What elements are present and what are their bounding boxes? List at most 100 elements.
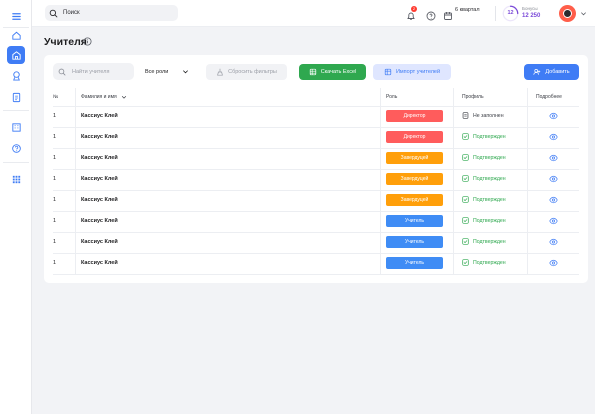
profile-status-label: Подтвержден: [473, 238, 506, 245]
table-row: 1 Кассиус Клей Учитель Подтвержден: [44, 253, 588, 274]
global-search-input[interactable]: Поиск: [45, 5, 178, 21]
chevron-down-icon[interactable]: [580, 10, 587, 17]
header-profile: Профиль: [462, 94, 484, 100]
teacher-name[interactable]: Кассиус Клей: [81, 197, 118, 203]
role-badge: Учитель: [386, 236, 443, 248]
profile-status-label: Подтвержден: [473, 175, 506, 182]
info-icon[interactable]: [83, 37, 92, 46]
sidebar-item-journal[interactable]: [7, 88, 25, 106]
check-square-icon: [462, 217, 469, 224]
teacher-name[interactable]: Кассиус Клей: [81, 239, 118, 245]
table-row: 1 Кассиус Клей Учитель Подтвержден: [44, 211, 588, 232]
add-teacher-label: Добавить: [545, 69, 570, 75]
search-placeholder: Поиск: [63, 10, 80, 16]
divider: [495, 6, 496, 21]
row-number: 1: [53, 239, 57, 245]
role-badge: Завердуцей: [386, 173, 443, 185]
topbar: Поиск 2 6 квартал 12 Бонусы 12 250: [32, 0, 595, 27]
roles-dropdown[interactable]: Все роли: [141, 63, 193, 80]
reset-filters-button[interactable]: Сбросить фильтры: [206, 64, 287, 80]
header-name: Фамилия и имя: [81, 94, 117, 100]
profile-status: Подтвержден: [462, 154, 506, 161]
eye-icon[interactable]: [549, 259, 558, 267]
document-icon: [462, 112, 469, 119]
table-header: № Фамилия и имя Роль Профиль Подробнее: [44, 88, 588, 106]
eye-icon[interactable]: [549, 133, 558, 141]
row-number: 1: [53, 176, 57, 182]
profile-status-label: Подтвержден: [473, 259, 506, 266]
home-icon: [11, 31, 21, 40]
eye-icon[interactable]: [549, 196, 558, 204]
eye-icon[interactable]: [549, 217, 558, 225]
role-badge: Завердуцей: [386, 194, 443, 206]
teacher-name[interactable]: Кассиус Клей: [81, 113, 118, 119]
help-icon: [11, 143, 21, 153]
row-number: 1: [53, 155, 57, 161]
profile-status: Подтвержден: [462, 175, 506, 182]
bell-icon: [407, 12, 415, 20]
teacher-name[interactable]: Кассиус Клей: [81, 218, 118, 224]
add-teacher-button[interactable]: Добавить: [524, 64, 579, 80]
row-number: 1: [53, 218, 57, 224]
search-icon: [49, 9, 58, 17]
sidebar: [0, 0, 32, 414]
sidebar-item-school[interactable]: [7, 118, 25, 136]
teacher-name[interactable]: Кассиус Клей: [81, 260, 118, 266]
chevron-down-icon: [183, 70, 188, 74]
notification-badge: 2: [411, 6, 417, 12]
download-excel-button[interactable]: Скачать Excel: [299, 64, 366, 80]
eye-icon[interactable]: [549, 238, 558, 246]
profile-status-label: Подтвержден: [473, 154, 506, 161]
role-badge: Завердуцей: [386, 152, 443, 164]
eye-icon[interactable]: [549, 175, 558, 183]
teacher-name[interactable]: Кассиус Клей: [81, 176, 118, 182]
spreadsheet-icon: [309, 68, 316, 76]
header-role: Роль: [386, 94, 398, 100]
role-badge: Директор: [386, 131, 443, 143]
sidebar-item-awards[interactable]: [7, 66, 25, 84]
teacher-name[interactable]: Кассиус Клей: [81, 134, 118, 140]
import-teachers-button[interactable]: Импорт учителей: [373, 64, 451, 80]
role-badge: Учитель: [386, 215, 443, 227]
search-icon: [58, 68, 66, 75]
profile-status: Подтвержден: [462, 259, 506, 266]
table-row: 1 Кассиус Клей Директор Подтвержден: [44, 127, 588, 148]
page-title: Учителя: [44, 36, 87, 48]
award-icon: [12, 70, 20, 81]
avatar[interactable]: [559, 5, 576, 22]
check-square-icon: [462, 196, 469, 203]
teacher-search-placeholder: Найти учителя: [72, 68, 110, 75]
eye-icon[interactable]: [549, 154, 558, 162]
grid-icon: [12, 175, 20, 183]
bonus-label: Бонусы: [522, 6, 538, 11]
teacher-search-input[interactable]: Найти учителя: [53, 63, 134, 80]
teacher-name[interactable]: Кассиус Клей: [81, 155, 118, 161]
eye-icon[interactable]: [549, 112, 558, 120]
document-icon: [12, 92, 20, 102]
quarter-label[interactable]: 6 квартал: [455, 7, 480, 13]
profile-status-label: Не заполнен: [473, 112, 504, 119]
menu-icon[interactable]: [7, 7, 25, 25]
avatar-image: [563, 9, 572, 18]
profile-status: Подтвержден: [462, 133, 506, 140]
role-badge: Директор: [386, 110, 443, 122]
notifications-button[interactable]: 2: [406, 6, 417, 20]
table-row: 1 Кассиус Клей Учитель Подтвержден: [44, 232, 588, 253]
header-name-sort[interactable]: Фамилия и имя: [81, 94, 127, 100]
header-number: №: [53, 94, 59, 100]
sidebar-item-home[interactable]: [7, 26, 25, 44]
row-number: 1: [53, 134, 57, 140]
help-button[interactable]: [426, 8, 436, 21]
add-user-icon: [533, 69, 541, 75]
profile-status: Подтвержден: [462, 196, 506, 203]
building-icon: [11, 50, 21, 60]
sidebar-item-teachers[interactable]: [7, 46, 25, 64]
check-square-icon: [462, 175, 469, 182]
calendar-icon: [443, 8, 453, 20]
question-icon: [426, 11, 436, 21]
sidebar-item-apps[interactable]: [7, 170, 25, 188]
profile-status-label: Подтвержден: [473, 196, 506, 203]
sidebar-item-help[interactable]: [7, 139, 25, 157]
row-number: 1: [53, 260, 57, 266]
profile-status: Подтвержден: [462, 217, 506, 224]
